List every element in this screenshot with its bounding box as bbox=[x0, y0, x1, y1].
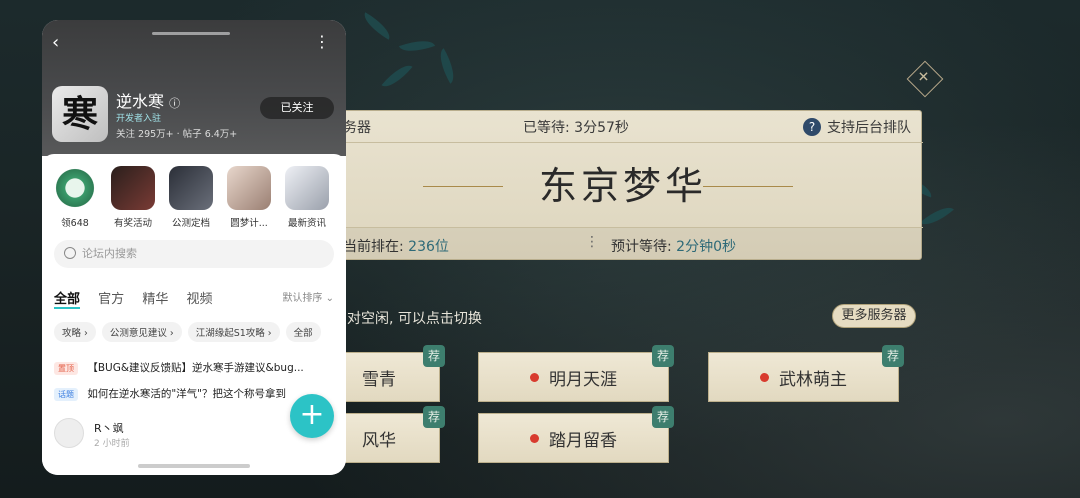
recommend-badge: 荐 bbox=[882, 345, 904, 367]
author-name: R丶飒 bbox=[94, 422, 124, 435]
more-icon[interactable]: ⋮ bbox=[314, 32, 330, 51]
recommend-badge: 荐 bbox=[423, 345, 445, 367]
status-dot bbox=[530, 433, 539, 443]
topic-post[interactable]: 话题 如何在逆水寒活的"洋气"？把这个称号拿到手！ bbox=[54, 386, 286, 401]
waited-time: 已等待: 3分57秒 bbox=[523, 119, 629, 136]
sort-dropdown[interactable]: 默认排序 ⌄ bbox=[282, 289, 334, 304]
event-icon bbox=[111, 166, 155, 210]
home-indicator[interactable] bbox=[138, 464, 250, 468]
shortcut-item[interactable]: 圆梦计... bbox=[224, 166, 274, 229]
server-card-label: 踏月留香 bbox=[549, 430, 617, 451]
shortcut-label: 圆梦计... bbox=[230, 218, 268, 229]
post-time: 2 小时前 bbox=[94, 439, 130, 449]
shortcut-item[interactable]: 有奖活动 bbox=[108, 166, 158, 229]
queue-info: 当前排在: 236位 ⋮ 预计等待: 2分钟0秒 bbox=[323, 227, 923, 259]
shortcut-label: 公测定档 bbox=[171, 218, 210, 229]
forum-header: ‹ ⋮ 寒 逆水寒 ⓘ 开发者入驻 关注 295万+ · 帖子 6.4万+ 已关… bbox=[42, 20, 346, 156]
news-icon bbox=[285, 166, 329, 210]
current-server-name: 东京梦华 bbox=[538, 164, 707, 208]
topic-tag: 话题 bbox=[54, 388, 78, 401]
post-title: 如何在逆水寒活的"洋气"？把这个称号拿到手！ bbox=[87, 388, 286, 400]
developer-badge: 开发者入驻 bbox=[116, 114, 162, 124]
forum-body: 领648 有奖活动 公测定档 圆梦计... 最新资讯 论坛内搜索 全部 官方 精… bbox=[42, 154, 346, 475]
queue-panel: 务器 已等待: 3分57秒 ? 支持后台排队 东京梦华 当前排在: 236位 ⋮… bbox=[322, 110, 923, 260]
pin-tag: 置顶 bbox=[54, 362, 78, 375]
shortcut-label: 有奖活动 bbox=[113, 218, 152, 229]
follow-button[interactable]: 已关注 bbox=[260, 97, 334, 119]
info-icon[interactable]: ⓘ bbox=[169, 97, 180, 110]
search-icon bbox=[64, 247, 76, 259]
position-label: 当前排在: bbox=[343, 239, 404, 255]
tab-official[interactable]: 官方 bbox=[98, 292, 124, 307]
chip[interactable]: 江湖缘起S1攻略 › bbox=[187, 322, 280, 342]
shortcut-item[interactable]: 领648 bbox=[50, 166, 100, 229]
avatar[interactable] bbox=[54, 418, 84, 448]
wait-value: 2分钟0秒 bbox=[676, 239, 736, 255]
queue-status-bar: 务器 已等待: 3分57秒 ? 支持后台排队 bbox=[323, 111, 923, 143]
server-card-label: 武林萌主 bbox=[779, 369, 847, 390]
launch-icon bbox=[169, 166, 213, 210]
chip[interactable]: 公测意见建议 › bbox=[101, 322, 182, 342]
more-servers-button[interactable]: 更多服务器 bbox=[832, 304, 916, 328]
background-queue-label: 支持后台排队 bbox=[827, 119, 911, 136]
topic-chips: 攻略 › 公测意见建议 › 江湖缘起S1攻略 › 全部 bbox=[54, 322, 321, 342]
back-icon[interactable]: ‹ bbox=[52, 32, 59, 53]
forum-tabs: 全部 官方 精华 视频 bbox=[54, 288, 226, 309]
shortcut-label: 领648 bbox=[61, 218, 89, 229]
recommend-badge: 荐 bbox=[423, 406, 445, 428]
help-icon[interactable]: ? bbox=[803, 117, 821, 136]
jade-icon bbox=[53, 166, 97, 210]
forum-app-window: ‹ ⋮ 寒 逆水寒 ⓘ 开发者入驻 关注 295万+ · 帖子 6.4万+ 已关… bbox=[42, 20, 346, 475]
tab-video[interactable]: 视频 bbox=[186, 292, 212, 307]
server-card[interactable]: 明月天涯 荐 bbox=[478, 345, 674, 402]
search-input[interactable]: 论坛内搜索 bbox=[54, 240, 334, 268]
status-dot bbox=[760, 372, 769, 382]
status-dot bbox=[530, 372, 539, 382]
shortcut-item[interactable]: 最新资讯 bbox=[282, 166, 332, 229]
separator: ⋮ bbox=[585, 234, 599, 250]
background-queue[interactable]: ? 支持后台排队 bbox=[803, 117, 911, 137]
recommend-badge: 荐 bbox=[652, 345, 674, 367]
position-value: 236位 bbox=[408, 239, 449, 255]
server-card[interactable]: 踏月留香 荐 bbox=[478, 406, 674, 463]
tab-all[interactable]: 全部 bbox=[54, 292, 81, 309]
post-title: 【BUG&建议反馈贴】逆水寒手游建议&bug... bbox=[87, 362, 304, 374]
shortcut-label: 最新资讯 bbox=[287, 218, 326, 229]
recommend-badge: 荐 bbox=[652, 406, 674, 428]
forum-title: 逆水寒 ⓘ bbox=[116, 92, 181, 111]
drag-handle[interactable] bbox=[152, 32, 230, 35]
forum-stats: 关注 295万+ · 帖子 6.4万+ bbox=[116, 129, 238, 140]
server-label: 务器 bbox=[343, 119, 371, 136]
server-card-label: 明月天涯 bbox=[549, 369, 617, 390]
server-card-label: 雪青 bbox=[362, 369, 396, 390]
new-post-button[interactable]: + bbox=[290, 394, 334, 438]
tab-featured[interactable]: 精华 bbox=[142, 292, 168, 307]
server-card-label: 风华 bbox=[362, 430, 396, 451]
dream-plan-icon bbox=[227, 166, 271, 210]
chip[interactable]: 全部 bbox=[285, 322, 321, 342]
pinned-post[interactable]: 置顶 【BUG&建议反馈贴】逆水寒手游建议&bug... bbox=[54, 360, 334, 375]
game-logo: 寒 bbox=[52, 86, 108, 142]
wait-label: 预计等待: bbox=[611, 239, 672, 255]
shortcut-item[interactable]: 公测定档 bbox=[166, 166, 216, 229]
switch-hint: 对空闲, 可以点击切换 bbox=[347, 311, 482, 327]
chip[interactable]: 攻略 › bbox=[54, 322, 96, 342]
server-card[interactable]: 武林萌主 荐 bbox=[708, 345, 904, 402]
